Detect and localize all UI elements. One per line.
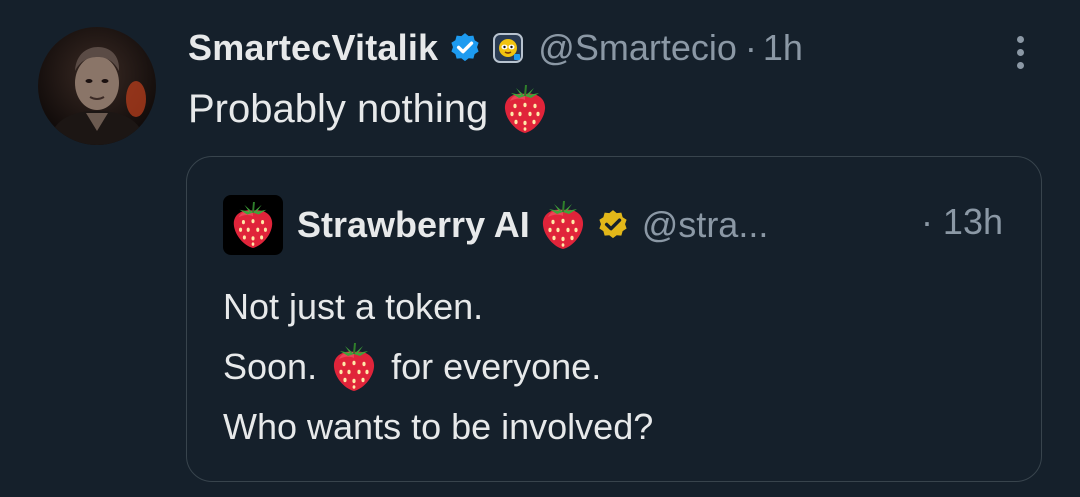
quoted-text-line: Soon. for everyone. [223,337,1003,397]
strawberry-emoji-icon [502,84,548,134]
quoted-text-line: Who wants to be involved? [223,397,1003,457]
gold-verified-badge-icon[interactable] [596,208,630,242]
affiliate-badge-icon[interactable] [492,32,524,64]
author-name[interactable]: SmartecVitalik [188,27,438,69]
avatar-image [38,27,156,145]
quoted-text-line-3: Who wants to be involved? [223,406,654,447]
more-options-icon[interactable] [1004,30,1036,74]
quoted-text-line-2-end: for everyone. [391,346,602,387]
quoted-text-line-2-start: Soon. [223,346,318,387]
verified-badge-icon[interactable] [448,31,482,65]
tweet-timestamp[interactable]: 1h [763,27,803,69]
quoted-author-avatar[interactable] [223,195,283,255]
author-handle[interactable]: @Smartecio [538,27,737,69]
quoted-tweet-card[interactable]: Strawberry AI @stra... · 13h Not just a … [186,156,1042,482]
quoted-tweet-text: Not just a token. Soon. for everyone. Wh… [223,277,1003,457]
author-avatar[interactable] [38,27,156,145]
tweet-text-content: Probably nothing [188,86,489,131]
tweet-header: SmartecVitalik @Smartecio · 1h [188,22,803,74]
separator-dot: · [744,27,757,68]
quoted-tweet-timestamp[interactable]: · 13h [921,201,1003,243]
quoted-author-handle[interactable]: @stra... [642,204,769,246]
tweet-text: Probably nothing [188,80,548,138]
quoted-text-line-1: Not just a token. [223,286,484,327]
quoted-author-name[interactable]: Strawberry AI [297,204,530,246]
strawberry-emoji-icon [540,200,586,250]
quoted-tweet-header: Strawberry AI @stra... [223,195,768,255]
quoted-text-line: Not just a token. [223,277,1003,337]
strawberry-emoji-icon [331,342,377,392]
